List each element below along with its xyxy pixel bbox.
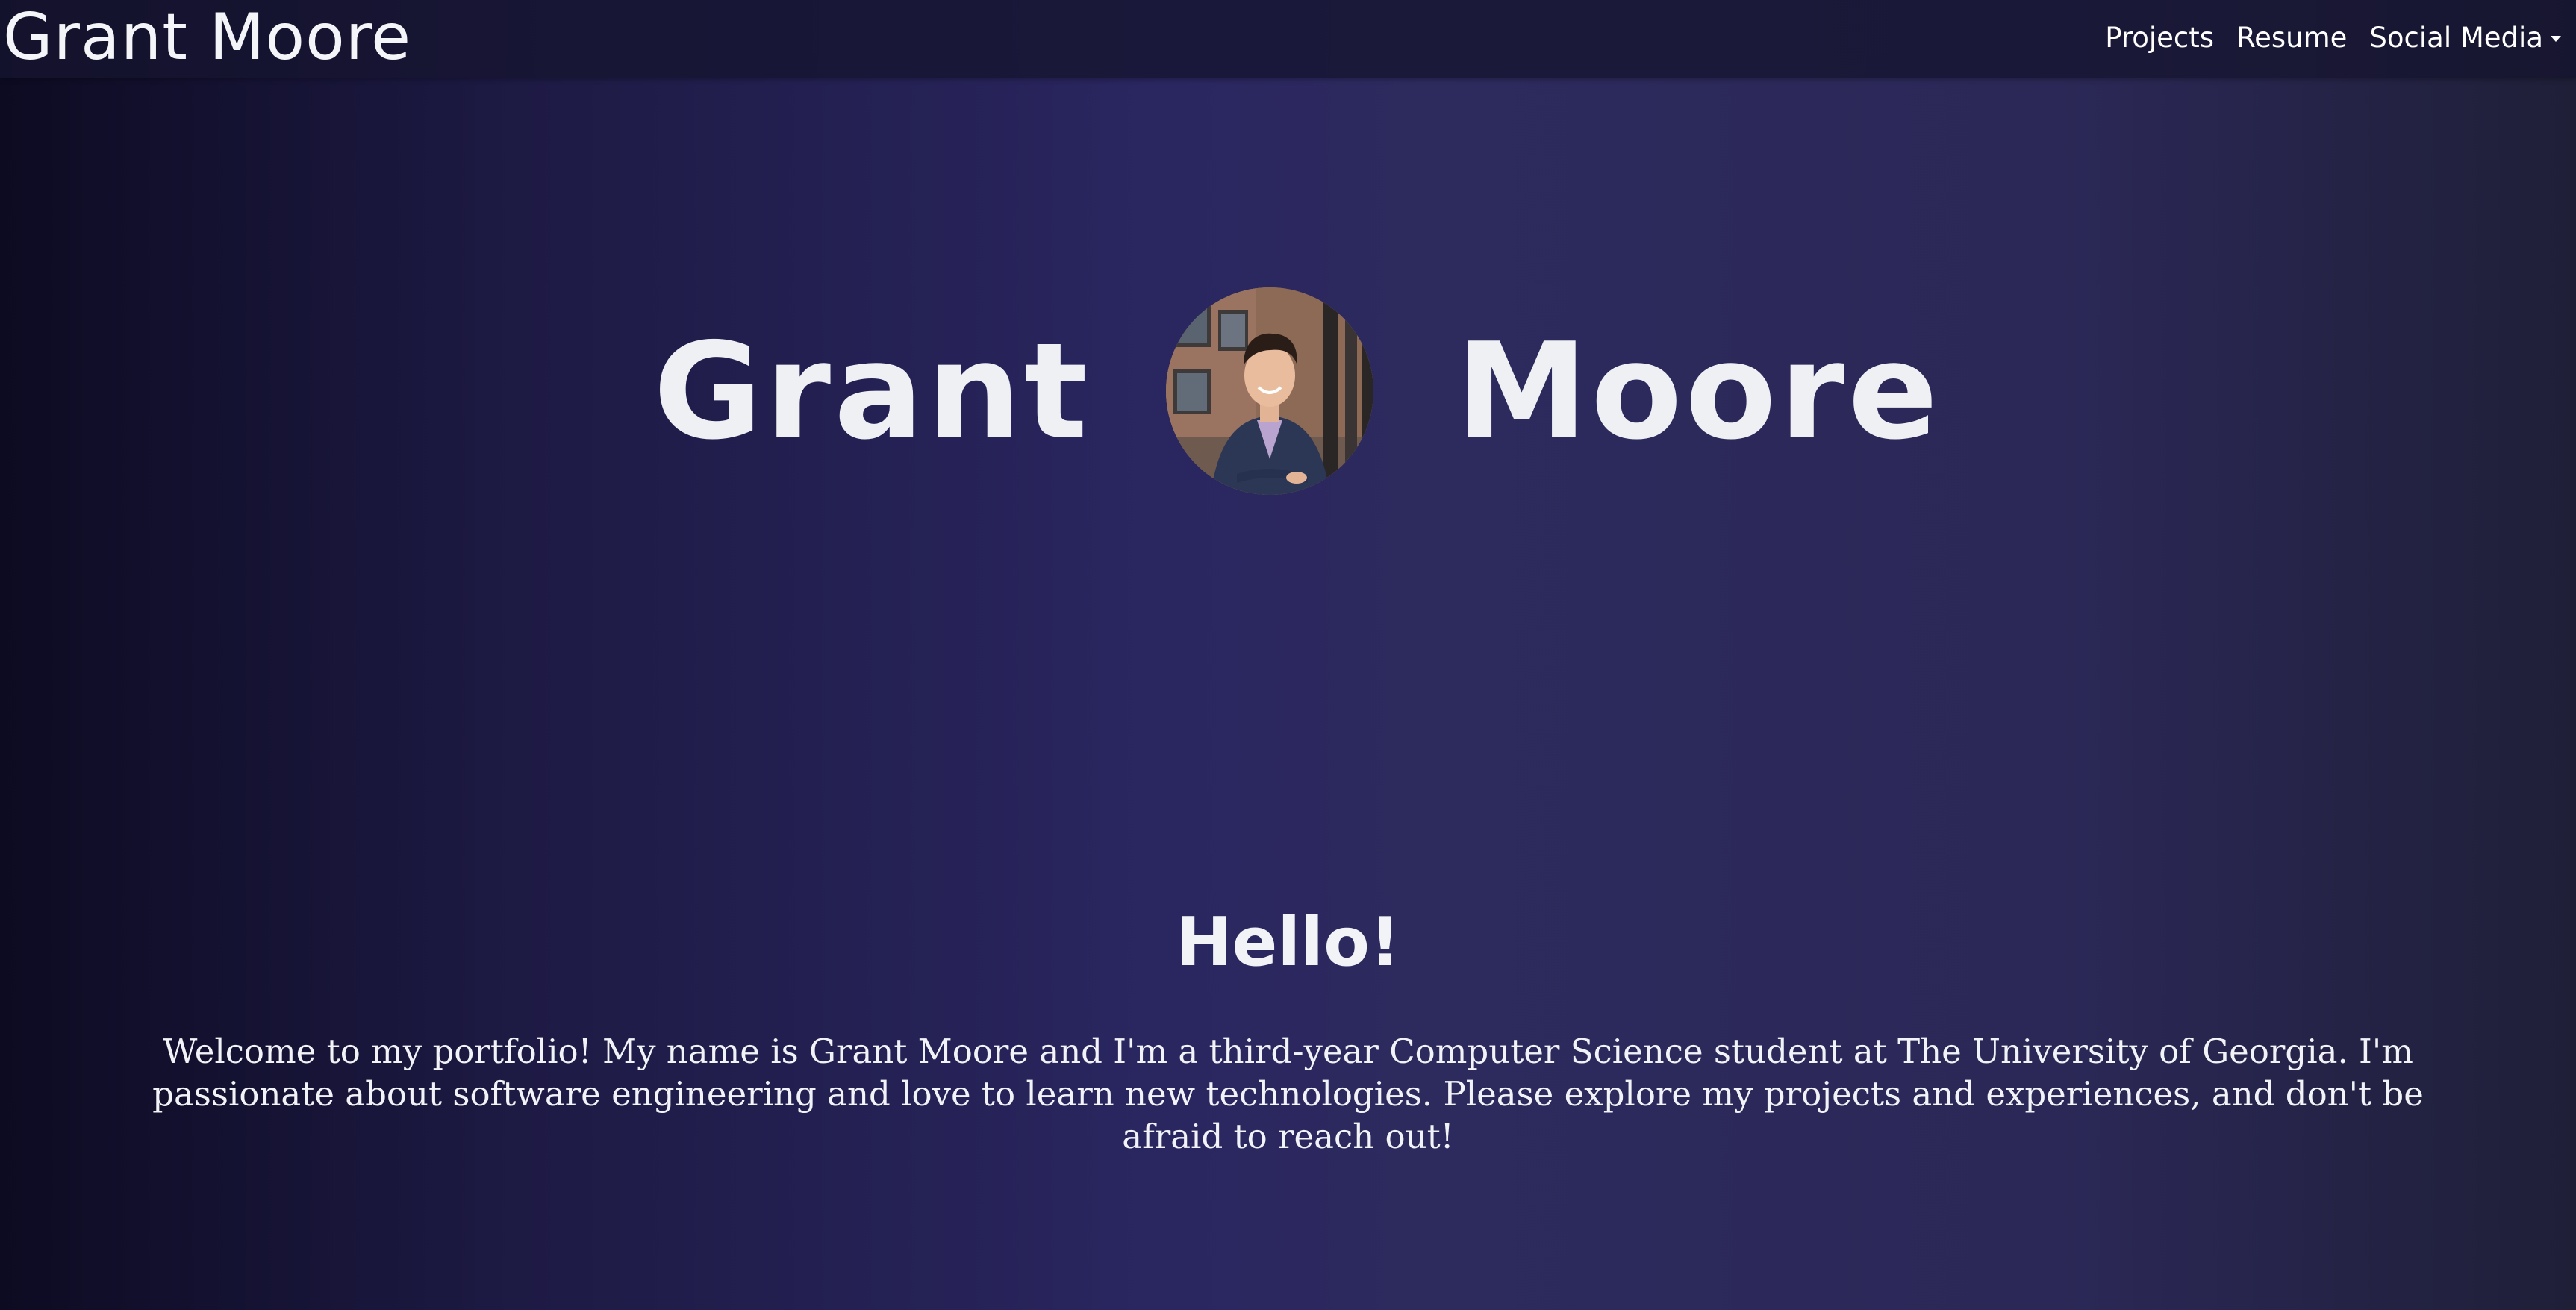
social-media-label: Social Media [2369, 21, 2543, 54]
intro-paragraph: Welcome to my portfolio! My name is Gran… [152, 1032, 2424, 1156]
top-navbar: Grant Moore Projects Resume Social Media [0, 0, 2576, 78]
brand-link[interactable]: Grant Moore [3, 0, 411, 78]
nav-link-resume[interactable]: Resume [2236, 22, 2347, 54]
profile-photo-illustration [1166, 287, 1373, 495]
hero-first-name: Grant [653, 314, 1091, 469]
nav-link-projects[interactable]: Projects [2105, 22, 2214, 54]
nav-links: Projects Resume Social Media [2105, 0, 2561, 75]
intro-heading: Hello! [1176, 903, 1400, 982]
hero-last-name: Moore [1456, 314, 1942, 469]
profile-photo [1166, 287, 1373, 495]
hero-section: Grant Moore [0, 287, 2576, 496]
caret-down-icon [2551, 36, 2561, 42]
nav-dropdown-social-media[interactable]: Social Media [2369, 22, 2561, 54]
